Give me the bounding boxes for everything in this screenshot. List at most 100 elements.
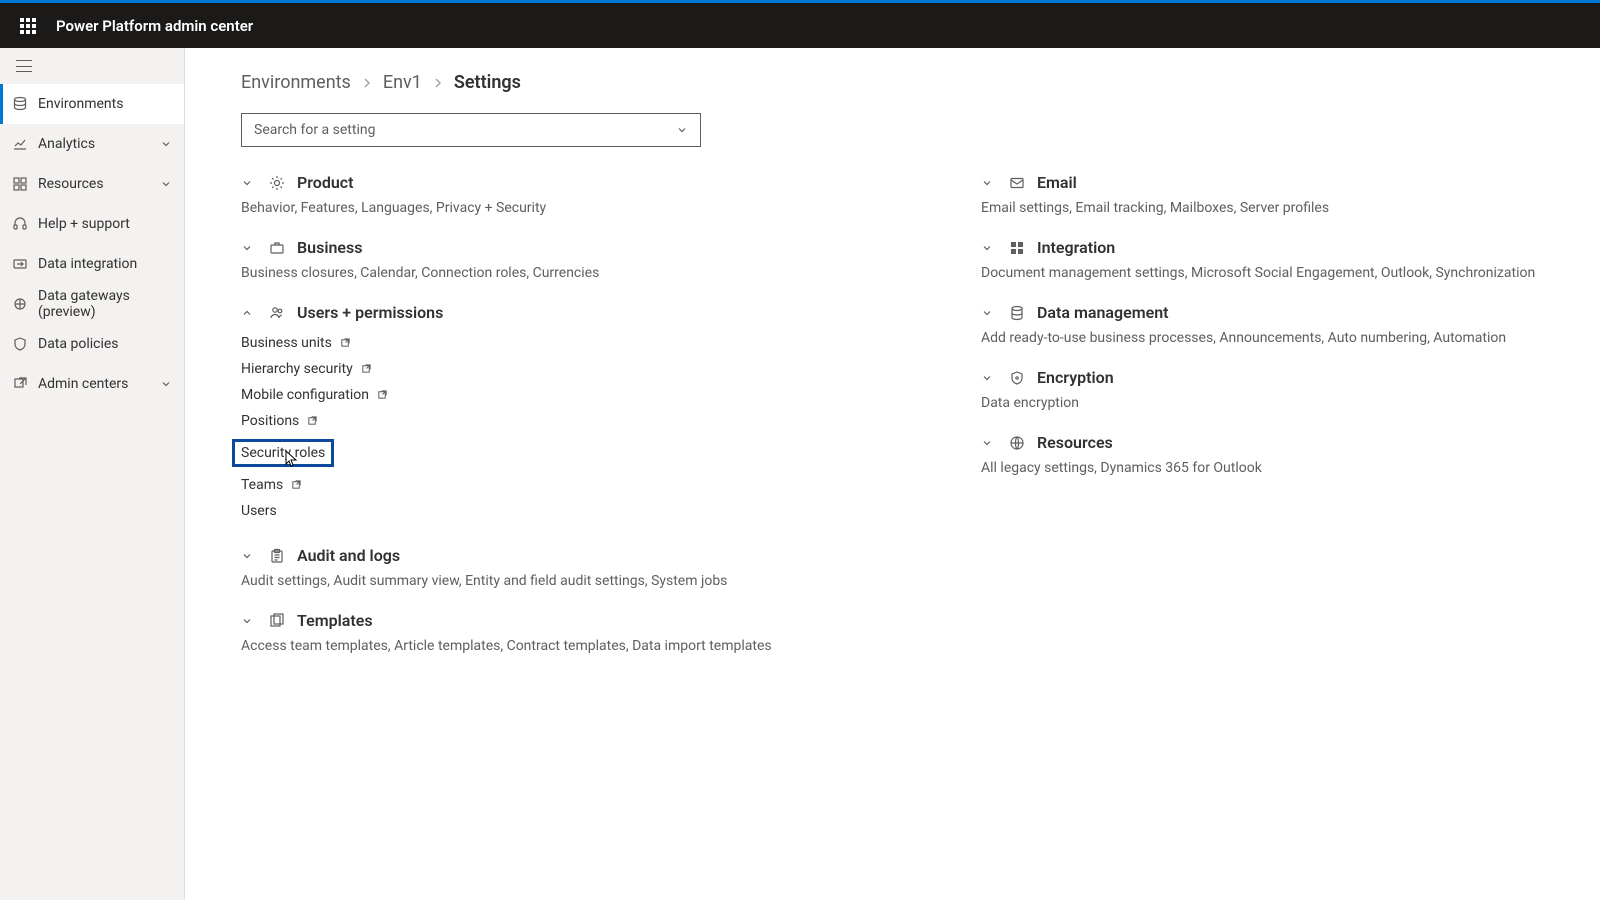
- setting-link-positions[interactable]: Positions: [241, 408, 981, 434]
- open-external-icon: [340, 337, 352, 349]
- category-integration: Integration Document management settings…: [981, 238, 1600, 281]
- main-content: Environments Env1 Settings: [185, 48, 1600, 900]
- category-header-resources[interactable]: Resources: [981, 433, 1600, 452]
- sidebar-item-data-integration[interactable]: Data integration: [0, 244, 184, 284]
- search-input-field[interactable]: [254, 122, 676, 138]
- chart-line-icon: [12, 136, 28, 152]
- category-items: Business units Hierarchy security Mobile…: [241, 330, 981, 524]
- headset-icon: [12, 216, 28, 232]
- category-summary: All legacy settings, Dynamics 365 for Ou…: [981, 460, 1600, 476]
- sidebar-item-admin-centers[interactable]: Admin centers: [0, 364, 184, 404]
- sidebar-item-label: Help + support: [38, 216, 172, 232]
- external-icon: [12, 376, 28, 392]
- chevron-down-icon: [160, 178, 172, 190]
- sidebar-item-help-support[interactable]: Help + support: [0, 204, 184, 244]
- lock-shield-icon: [1009, 370, 1027, 386]
- gateway-icon: [12, 296, 28, 312]
- category-title: Audit and logs: [297, 546, 400, 565]
- chevron-down-icon: [241, 550, 261, 562]
- sidebar-item-label: Data integration: [38, 256, 172, 272]
- category-header-business[interactable]: Business: [241, 238, 981, 257]
- open-external-icon: [361, 363, 373, 375]
- category-summary: Access team templates, Article templates…: [241, 638, 981, 654]
- category-header-audit-logs[interactable]: Audit and logs: [241, 546, 981, 565]
- sidebar-item-label: Environments: [38, 96, 172, 112]
- gear-icon: [269, 175, 287, 191]
- category-audit-logs: Audit and logs Audit settings, Audit sum…: [241, 546, 981, 589]
- open-external-icon: [377, 389, 389, 401]
- sidebar-item-resources[interactable]: Resources: [0, 164, 184, 204]
- category-header-templates[interactable]: Templates: [241, 611, 981, 630]
- search-settings-input[interactable]: [241, 113, 701, 147]
- chevron-right-icon: [432, 77, 444, 89]
- category-title: Users + permissions: [297, 303, 443, 322]
- sidebar-item-label: Data gateways (preview): [38, 288, 172, 320]
- top-bar: Power Platform admin center: [0, 0, 1600, 48]
- category-header-users-permissions[interactable]: Users + permissions: [241, 303, 981, 322]
- templates-icon: [269, 613, 287, 629]
- category-header-data-management[interactable]: Data management: [981, 303, 1600, 322]
- setting-label: Teams: [241, 477, 283, 493]
- category-title: Encryption: [1037, 368, 1114, 387]
- category-header-email[interactable]: Email: [981, 173, 1600, 192]
- setting-link-hierarchy-security[interactable]: Hierarchy security: [241, 356, 981, 382]
- category-title: Integration: [1037, 238, 1115, 257]
- chevron-down-icon: [981, 307, 1001, 319]
- chevron-down-icon: [241, 242, 261, 254]
- category-summary: Document management settings, Microsoft …: [981, 265, 1600, 281]
- setting-label: Positions: [241, 413, 299, 429]
- sidebar-item-analytics[interactable]: Analytics: [0, 124, 184, 164]
- category-resources: Resources All legacy settings, Dynamics …: [981, 433, 1600, 476]
- category-summary: Data encryption: [981, 395, 1600, 411]
- category-templates: Templates Access team templates, Article…: [241, 611, 981, 654]
- category-header-product[interactable]: Product: [241, 173, 981, 192]
- chevron-down-icon: [241, 177, 261, 189]
- open-external-icon: [291, 479, 303, 491]
- app-title: Power Platform admin center: [56, 17, 253, 35]
- sidebar-item-label: Admin centers: [38, 376, 160, 392]
- category-title: Resources: [1037, 433, 1113, 452]
- chevron-down-icon: [981, 437, 1001, 449]
- sidebar-item-environments[interactable]: Environments: [0, 84, 184, 124]
- category-summary: Add ready-to-use business processes, Ann…: [981, 330, 1600, 346]
- people-icon: [269, 305, 287, 321]
- setting-link-business-units[interactable]: Business units: [241, 330, 981, 356]
- category-summary: Email settings, Email tracking, Mailboxe…: [981, 200, 1600, 216]
- sidebar-item-data-policies[interactable]: Data policies: [0, 324, 184, 364]
- chevron-down-icon: [160, 138, 172, 150]
- setting-link-teams[interactable]: Teams: [241, 472, 981, 498]
- chevron-down-icon: [981, 372, 1001, 384]
- category-title: Templates: [297, 611, 373, 630]
- category-summary: Audit settings, Audit summary view, Enti…: [241, 573, 981, 589]
- setting-label: Mobile configuration: [241, 387, 369, 403]
- breadcrumb-link-environments[interactable]: Environments: [241, 72, 351, 93]
- breadcrumb-current: Settings: [454, 72, 521, 93]
- setting-label: Hierarchy security: [241, 361, 353, 377]
- breadcrumb: Environments Env1 Settings: [241, 72, 1600, 93]
- category-data-management: Data management Add ready-to-use busines…: [981, 303, 1600, 346]
- category-header-encryption[interactable]: Encryption: [981, 368, 1600, 387]
- sidebar-item-data-gateways[interactable]: Data gateways (preview): [0, 284, 184, 324]
- chevron-up-icon: [241, 307, 261, 319]
- setting-label: Business units: [241, 335, 332, 351]
- setting-link-mobile-configuration[interactable]: Mobile configuration: [241, 382, 981, 408]
- waffle-icon: [20, 18, 36, 34]
- sidebar-toggle-button[interactable]: [0, 48, 184, 84]
- category-header-integration[interactable]: Integration: [981, 238, 1600, 257]
- category-summary: Behavior, Features, Languages, Privacy +…: [241, 200, 981, 216]
- mail-icon: [1009, 175, 1027, 191]
- category-email: Email Email settings, Email tracking, Ma…: [981, 173, 1600, 216]
- sidebar-item-label: Resources: [38, 176, 160, 192]
- category-summary: Business closures, Calendar, Connection …: [241, 265, 981, 281]
- setting-link-users[interactable]: Users: [241, 498, 981, 524]
- setting-link-security-roles[interactable]: Security roles: [241, 434, 981, 472]
- settings-column-left: Product Behavior, Features, Languages, P…: [241, 173, 981, 676]
- chevron-down-icon: [241, 615, 261, 627]
- app-launcher-button[interactable]: [12, 10, 44, 42]
- chevron-down-icon: [160, 378, 172, 390]
- breadcrumb-link-env1[interactable]: Env1: [383, 72, 422, 93]
- sidebar: Environments Analytics Resources H: [0, 48, 185, 900]
- chevron-down-icon: [981, 177, 1001, 189]
- tiles-icon: [1009, 240, 1027, 256]
- category-title: Product: [297, 173, 354, 192]
